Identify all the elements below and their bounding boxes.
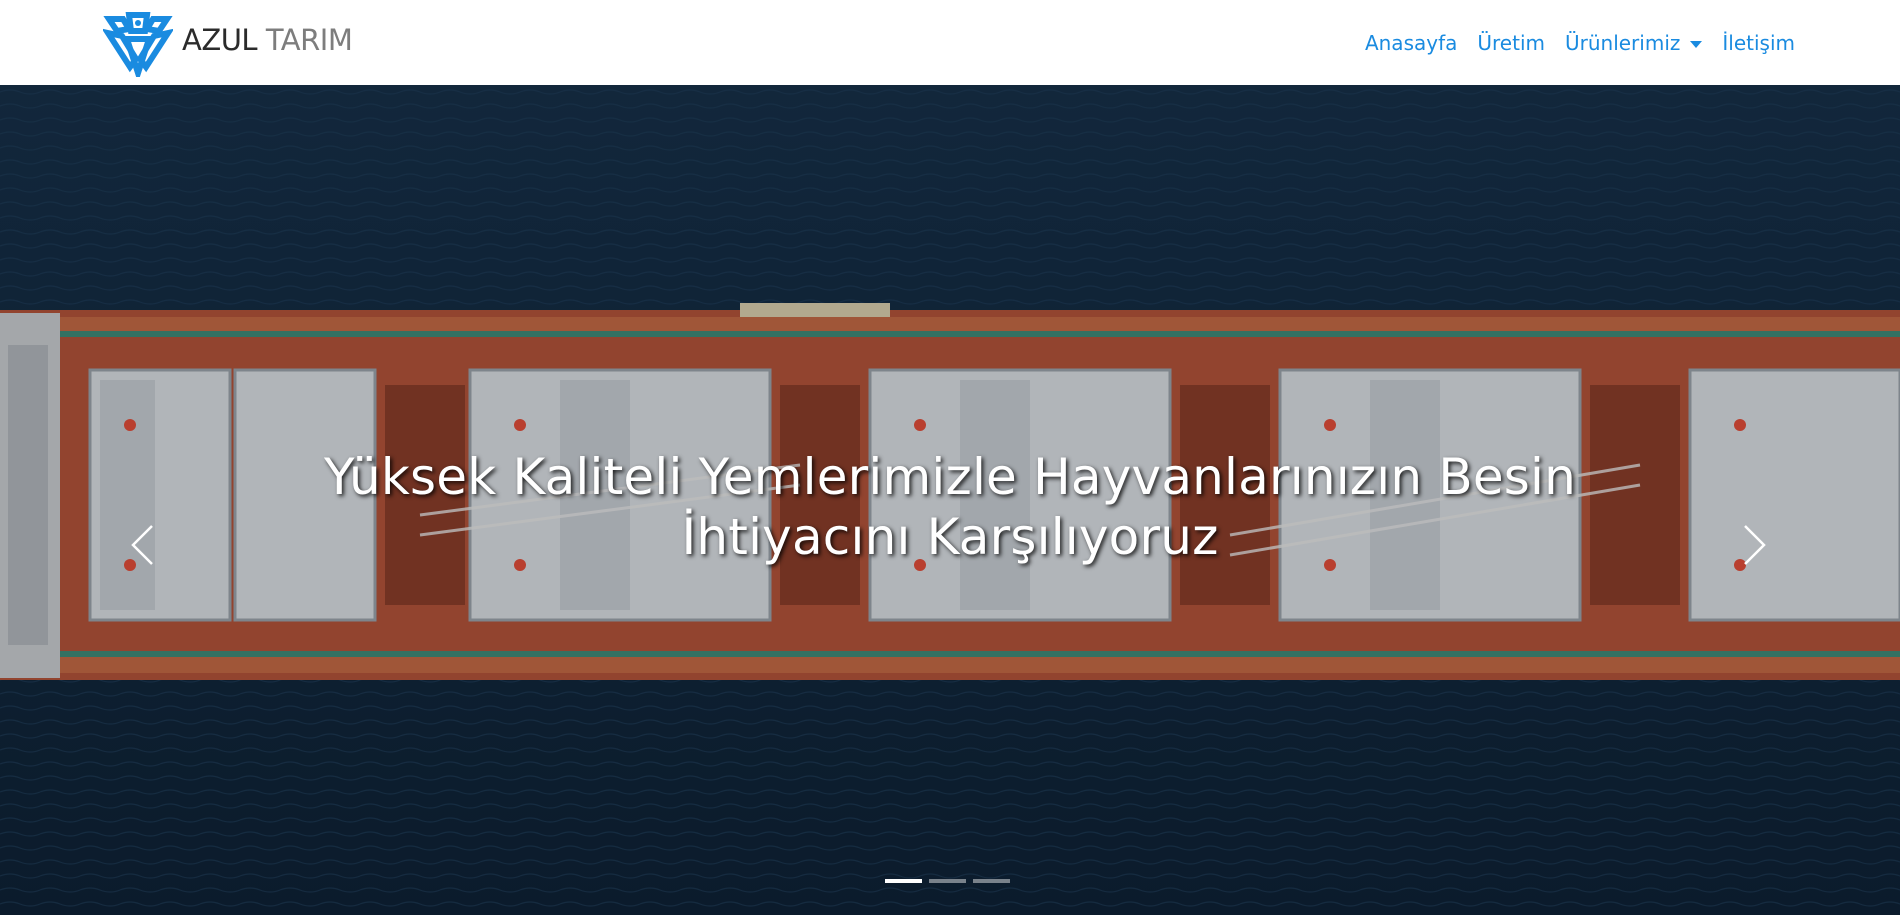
nav-products-dropdown[interactable]: Ürünlerimiz [1564,31,1703,55]
main-nav: Anasayfa Üretim Ürünlerimiz İletişim [1365,28,1795,58]
carousel-indicator-1[interactable] [885,879,922,883]
carousel-indicators [885,875,1017,887]
carousel-indicator-3[interactable] [973,879,1010,883]
navbar: AZUL TARIM Anasayfa Üretim Ürünlerimiz İ… [0,0,1900,85]
carousel-indicator-2[interactable] [929,879,966,883]
nav-production[interactable]: Üretim [1477,31,1545,55]
caret-down-icon [1690,40,1703,48]
nav-products-label: Ürünlerimiz [1564,31,1681,55]
hero-caption-line2: İhtiyacını Karşılıyoruz [681,507,1219,566]
diamond-logo-icon [103,12,173,77]
brand-name: AZUL TARIM [182,22,353,61]
nav-home[interactable]: Anasayfa [1365,31,1457,55]
brand-word-azul: AZUL [182,22,258,57]
hero-carousel: Yüksek Kaliteli Yemlerimizle Hayvanların… [0,85,1900,915]
chevron-left-icon [131,525,153,565]
hero-caption: Yüksek Kaliteli Yemlerimizle Hayvanların… [300,447,1600,567]
nav-contact[interactable]: İletişim [1722,31,1795,55]
hero-caption-line1: Yüksek Kaliteli Yemlerimizle Hayvanların… [323,447,1577,506]
carousel-next-button[interactable] [1735,515,1775,575]
brand-word-tarim: TARIM [265,22,353,57]
chevron-right-icon [1744,525,1766,565]
brand-link[interactable]: AZUL TARIM [103,8,353,78]
carousel-prev-button[interactable] [122,515,162,575]
